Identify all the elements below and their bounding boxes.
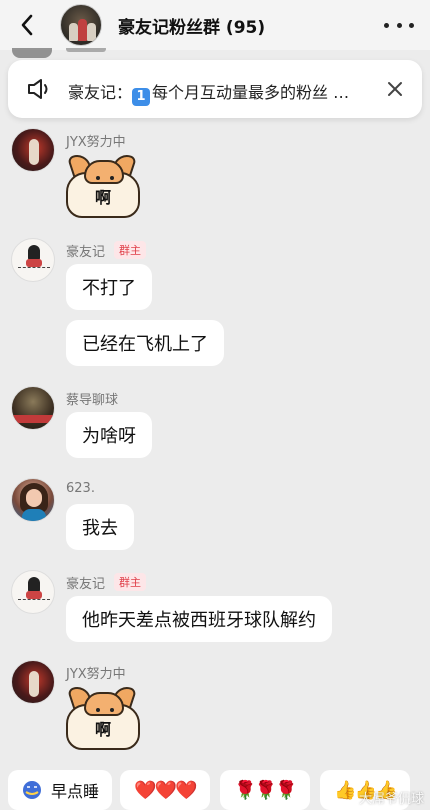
sender-name: 豪友记 [66, 245, 106, 260]
dog-sticker[interactable]: 啊 [64, 683, 142, 752]
announcement-prefix: 豪友记： [68, 83, 133, 102]
message-bubble[interactable]: 已经在飞机上了 [66, 320, 224, 366]
announcement-body: 每个月互动量最多的粉丝 … [152, 83, 350, 102]
watermark-text: 大屌爷侃球 [358, 792, 424, 807]
group-title: 豪友记粉丝群 (95) [118, 18, 266, 38]
sender-name: 蔡导聊球 [66, 393, 119, 408]
message-bubble[interactable]: 我去 [66, 504, 134, 550]
chip-label: 早点睡 [50, 782, 99, 801]
owner-badge: 群主 [114, 241, 146, 259]
close-icon[interactable] [386, 80, 404, 98]
sender-name: JYX努力中 [66, 135, 126, 150]
sleep-emoji-icon [22, 781, 41, 799]
roses-icon: 🌹🌹🌹 [234, 779, 297, 801]
keycap-one-icon: 1 [132, 88, 151, 106]
message-bubble[interactable]: 他昨天差点被西班牙球队解约 [66, 596, 332, 642]
sender-name: JYX努力中 [66, 667, 126, 682]
sticker-text: 啊 [94, 720, 111, 739]
hearts-icon: ❤️❤️❤️ [134, 779, 197, 801]
avatar[interactable] [11, 570, 55, 614]
more-button[interactable] [384, 15, 414, 35]
dog-sticker[interactable]: 啊 [64, 151, 142, 220]
owner-badge: 群主 [114, 573, 146, 591]
announcement-banner[interactable]: 豪友记： 1 每个月互动量最多的粉丝 … [8, 60, 422, 118]
group-avatar[interactable] [60, 4, 102, 46]
message-bubble[interactable]: 为啥呀 [66, 412, 152, 458]
announcement-text: 豪友记： 1 每个月互动量最多的粉丝 … [68, 79, 368, 106]
avatar[interactable] [11, 238, 55, 282]
chevron-left-icon [21, 14, 33, 36]
sender-name: 623. [66, 481, 95, 496]
quick-reply-chip[interactable]: ❤️❤️❤️ [120, 770, 210, 810]
sticker-text: 啊 [94, 188, 111, 207]
chat-header: 豪友记粉丝群 (95) [0, 0, 430, 50]
quick-reply-chip[interactable]: 早点睡 [8, 770, 112, 810]
avatar[interactable] [11, 660, 55, 704]
avatar[interactable] [11, 128, 55, 172]
quick-reply-chip[interactable]: 🌹🌹🌹 [220, 770, 310, 810]
message-bubble[interactable]: 不打了 [66, 264, 152, 310]
avatar[interactable] [11, 386, 55, 430]
more-dots-icon [384, 22, 389, 28]
avatar[interactable] [11, 478, 55, 522]
back-button[interactable] [14, 12, 40, 38]
speaker-icon [28, 79, 48, 99]
sender-name: 豪友记 [66, 577, 106, 592]
